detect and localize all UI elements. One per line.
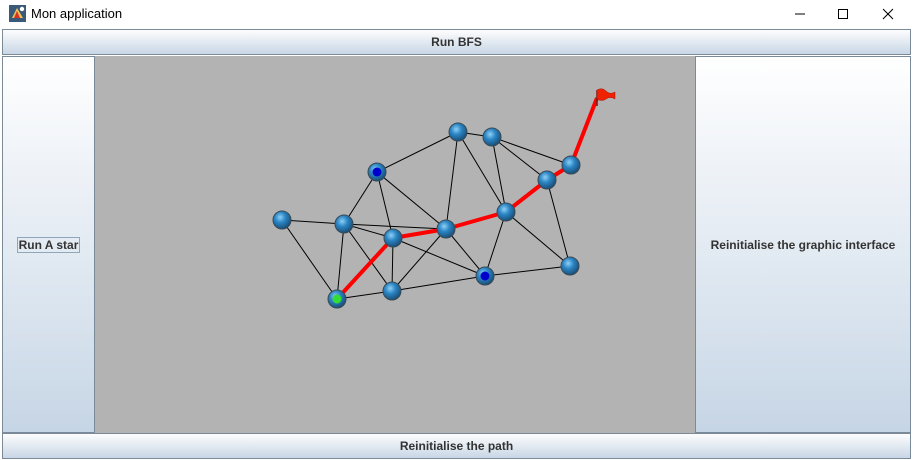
graph-edge bbox=[491, 136, 572, 166]
start-node-marker bbox=[332, 294, 342, 304]
maximize-icon bbox=[838, 9, 848, 19]
graph-edge bbox=[491, 136, 548, 181]
run-astar-label: Run A star bbox=[16, 236, 81, 253]
graph-node[interactable] bbox=[382, 281, 402, 301]
graph-node[interactable] bbox=[334, 214, 354, 234]
graph-edge bbox=[445, 131, 459, 230]
graph-edge bbox=[546, 179, 571, 267]
graph-edge bbox=[376, 131, 459, 173]
graph-edge bbox=[376, 171, 447, 230]
maximize-button[interactable] bbox=[820, 0, 866, 28]
run-astar-button[interactable]: Run A star bbox=[2, 56, 95, 433]
minimize-icon bbox=[795, 13, 805, 15]
graph-canvas[interactable] bbox=[95, 56, 695, 433]
reinit-gui-button[interactable]: Reinitialise the graphic interface bbox=[695, 56, 911, 433]
reinit-gui-label: Reinitialise the graphic interface bbox=[710, 237, 896, 252]
graph-edge bbox=[281, 219, 338, 300]
run-bfs-button[interactable]: Run BFS bbox=[2, 29, 911, 55]
visited-node-marker bbox=[372, 167, 382, 177]
graph-node[interactable] bbox=[436, 219, 456, 239]
visited-node-marker bbox=[480, 271, 490, 281]
graph-edge bbox=[391, 275, 486, 292]
red-flag-icon[interactable] bbox=[596, 88, 616, 106]
graph-node[interactable] bbox=[482, 127, 502, 147]
close-icon bbox=[882, 8, 894, 20]
title-bar: Mon application bbox=[0, 0, 915, 28]
graph-edge bbox=[376, 171, 394, 239]
minimize-button[interactable] bbox=[777, 0, 823, 28]
graph-node[interactable] bbox=[383, 228, 403, 248]
graph-edge bbox=[484, 211, 507, 277]
graph-node[interactable] bbox=[496, 202, 516, 222]
graph-edge bbox=[392, 237, 486, 277]
run-bfs-label: Run BFS bbox=[431, 35, 482, 49]
close-button[interactable] bbox=[865, 0, 911, 28]
graph-edge bbox=[336, 223, 345, 300]
graph-node[interactable] bbox=[561, 155, 581, 175]
graph-node[interactable] bbox=[448, 122, 468, 142]
reinit-path-button[interactable]: Reinitialise the path bbox=[2, 433, 911, 459]
graph-node[interactable] bbox=[560, 256, 580, 276]
reinit-path-label: Reinitialise the path bbox=[399, 439, 514, 453]
graph-edge bbox=[505, 211, 571, 267]
graph-node[interactable] bbox=[537, 170, 557, 190]
java-app-icon bbox=[9, 5, 26, 22]
graph-svg[interactable] bbox=[95, 56, 695, 433]
window-title: Mon application bbox=[31, 6, 123, 21]
graph-node[interactable] bbox=[272, 210, 292, 230]
path-edge bbox=[569, 97, 599, 166]
graph-edge bbox=[484, 265, 571, 277]
